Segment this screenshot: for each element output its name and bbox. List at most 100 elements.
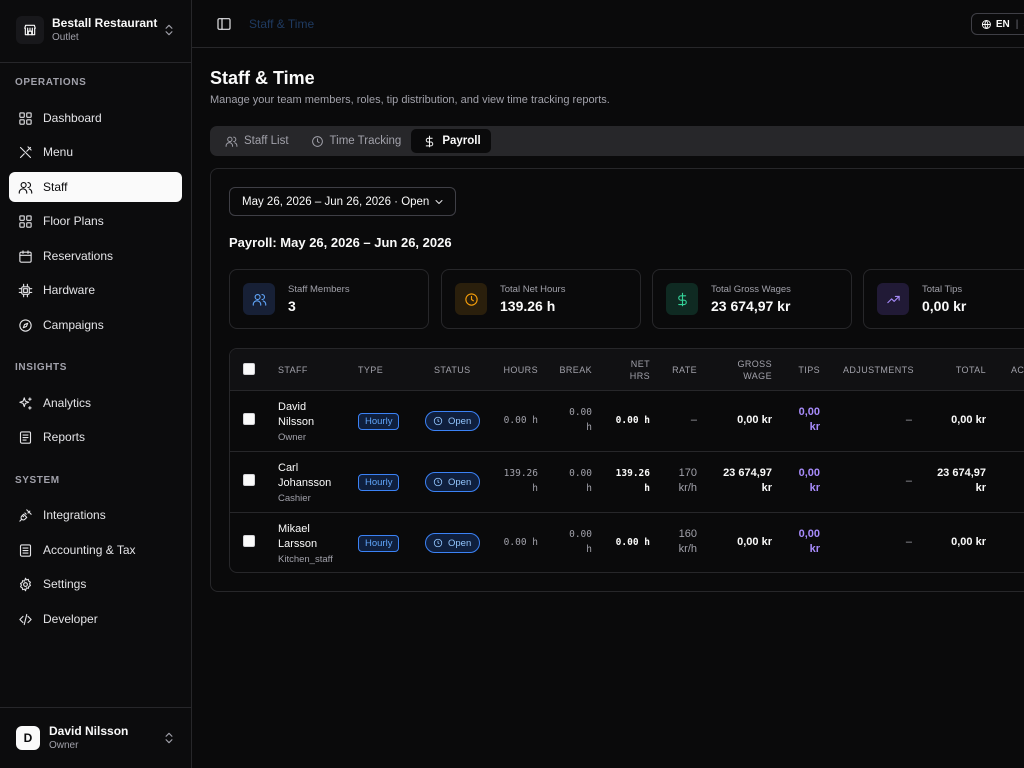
row-checkbox[interactable] [243, 474, 255, 486]
hours-value: 0.00 h [492, 413, 538, 428]
net-hours-value: 139.26 h [602, 466, 650, 496]
gross-line: 23 674,97 [723, 467, 772, 479]
adjustments-value[interactable]: – [870, 474, 912, 489]
stat-icon-box [877, 283, 909, 315]
break-line: h [586, 483, 592, 494]
column-header-net-hrs[interactable]: NET HRS [610, 358, 650, 382]
payroll-panel: May 26, 2026 – Jun 26, 2026 · Open Payro… [210, 168, 1024, 592]
sidebar-item-accounting-tax[interactable]: Accounting & Tax [9, 535, 182, 565]
sidebar-item-integrations[interactable]: Integrations [9, 500, 182, 530]
payroll-table: STAFF TYPE STATUS HOURS BREAK NET HRS RA… [229, 348, 1024, 573]
column-header-gross-wage[interactable]: GROSS WAGE [720, 358, 772, 382]
column-header-line: WAGE [743, 371, 772, 381]
row-checkbox[interactable] [243, 413, 255, 425]
tab-payroll[interactable]: Payroll [411, 129, 491, 153]
sidebar-item-reports[interactable]: Reports [9, 422, 182, 452]
avatar: D [16, 726, 40, 750]
calendar-icon [19, 249, 32, 263]
sidebar-item-reservations[interactable]: Reservations [9, 241, 182, 271]
sidebar-item-label: Reports [43, 430, 86, 444]
staff-first-name: David [278, 401, 307, 413]
sidebar-item-menu[interactable]: Menu [9, 137, 182, 167]
select-all-checkbox[interactable] [243, 363, 255, 375]
org-switcher[interactable]: Bestall Restaurant Outlet [8, 8, 184, 52]
period-select[interactable]: May 26, 2026 – Jun 26, 2026 · Open [229, 187, 456, 216]
sidebar-item-label: Settings [43, 577, 87, 591]
user-role: Owner [49, 740, 79, 751]
file-text-icon [19, 430, 32, 444]
org-name: Bestall Restaurant [52, 16, 158, 30]
tab-bar: Staff List Time Tracking Payroll [210, 126, 1024, 156]
period-select-value: May 26, 2026 – Jun 26, 2026 · Open [242, 195, 430, 208]
net-line: 0.00 h [615, 415, 650, 426]
status-badge: Open [425, 533, 481, 553]
column-header-status[interactable]: STATUS [434, 364, 471, 376]
row-checkbox[interactable] [243, 535, 255, 547]
tips-value[interactable]: 0,00 kr [780, 527, 820, 557]
net-hours-value: 0.00 h [602, 413, 650, 428]
sidebar: Bestall Restaurant Outlet OPERATIONS Das… [0, 0, 192, 768]
sidebar-item-dashboard[interactable]: Dashboard [9, 103, 182, 133]
net-line: 0.00 h [615, 537, 650, 548]
layout-grid-icon [19, 214, 32, 228]
staff-first-name: Carl [278, 462, 299, 474]
sidebar-toggle-icon[interactable] [216, 16, 232, 32]
user-name: David Nilsson [49, 724, 129, 738]
user-menu[interactable]: D David Nilsson Owner [8, 716, 184, 760]
column-header-hours[interactable]: HOURS [500, 364, 538, 376]
sidebar-item-campaigns[interactable]: Campaigns [9, 310, 182, 340]
adjustments-value[interactable]: – [870, 413, 912, 428]
column-header-total[interactable]: TOTAL [930, 364, 986, 376]
staff-first-name: Mikael [278, 523, 310, 535]
tips-value[interactable]: 0,00 kr [780, 466, 820, 496]
column-header-tips[interactable]: TIPS [785, 364, 820, 376]
stat-value: 139.26 h [500, 297, 556, 314]
stat-label: Total Tips [922, 283, 963, 295]
sidebar-item-floor-plans[interactable]: Floor Plans [9, 206, 182, 236]
staff-last-name: Johansson [278, 477, 332, 489]
staff-role: Cashier [278, 493, 311, 504]
users-icon [225, 136, 238, 147]
column-header-type[interactable]: TYPE [358, 364, 383, 376]
tab-staff-list[interactable]: Staff List [213, 129, 299, 153]
tips-value[interactable]: 0,00 kr [780, 405, 820, 435]
staff-role: Owner [278, 432, 306, 443]
table-row[interactable]: David Nilsson Owner Hourly Open 0.00 h 0… [230, 391, 1024, 452]
sidebar-item-label: Accounting & Tax [43, 543, 136, 557]
rate-value: 170 kr/h [660, 466, 697, 496]
sidebar-item-hardware[interactable]: Hardware [9, 275, 182, 305]
stat-value: 3 [288, 297, 296, 314]
stat-icon-box [455, 283, 487, 315]
column-header-actions[interactable]: ACT [1011, 364, 1024, 376]
stat-value: 0,00 kr [922, 297, 967, 314]
stat-card-total-net-hours: Total Net Hours 139.26 h [441, 269, 641, 329]
gear-icon [20, 577, 31, 591]
dollar-icon [677, 292, 687, 306]
column-header-break[interactable]: BREAK [550, 364, 592, 376]
column-header-rate[interactable]: RATE [660, 364, 697, 376]
sidebar-item-analytics[interactable]: Analytics [9, 388, 182, 418]
net-hours-value: 0.00 h [602, 535, 650, 550]
sidebar-item-label: Menu [43, 145, 74, 159]
adjustments-value[interactable]: – [870, 535, 912, 550]
clock-icon [464, 292, 478, 306]
break-value: 0.00 h [550, 466, 592, 496]
language-switcher[interactable]: EN | S [971, 13, 1024, 35]
column-header-adjustments[interactable]: ADJUSTMENTS [843, 364, 914, 376]
rate-value: 160 kr/h [660, 527, 697, 557]
breadcrumb[interactable]: Staff & Time [249, 17, 314, 31]
sidebar-item-label: Developer [43, 612, 98, 626]
sidebar-item-settings[interactable]: Settings [9, 569, 182, 599]
payroll-title: Payroll: May 26, 2026 – Jun 26, 2026 [229, 235, 452, 250]
gross-line: 0,00 kr [737, 414, 772, 426]
tips-line: kr [809, 421, 820, 433]
tab-time-tracking[interactable]: Time Tracking [299, 129, 412, 153]
stat-label: Total Net Hours [500, 283, 566, 295]
column-header-staff[interactable]: STAFF [278, 364, 308, 376]
sidebar-item-developer[interactable]: Developer [9, 604, 182, 634]
table-row[interactable]: Mikael Larsson Kitchen_staff Hourly Open… [230, 513, 1024, 572]
table-row[interactable]: Carl Johansson Cashier Hourly Open 139.2… [230, 452, 1024, 513]
sidebar-item-staff[interactable]: Staff [9, 172, 182, 202]
total-line: 0,00 kr [951, 536, 986, 548]
break-value: 0.00 h [550, 405, 592, 435]
